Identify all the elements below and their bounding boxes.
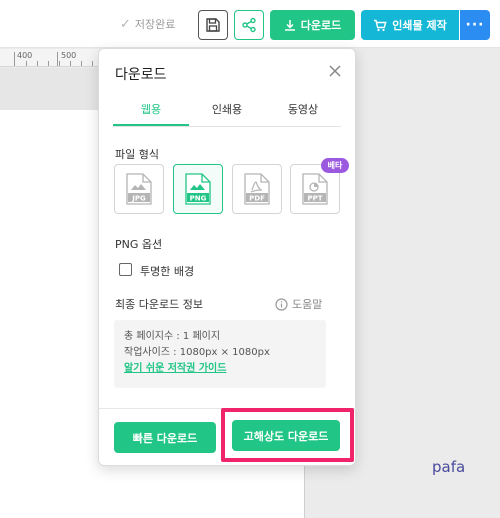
check-icon: ✓ xyxy=(120,16,131,32)
help-label: 도움말 xyxy=(292,298,323,311)
png-file-icon: PNG xyxy=(185,173,211,205)
copyright-guide-link[interactable]: 알기 쉬운 저작권 가이드 xyxy=(124,361,316,377)
floppy-disk-icon xyxy=(206,18,220,32)
ruler-tick xyxy=(57,52,58,66)
download-tabs: 웹용 인쇄용 동영상 xyxy=(113,97,341,127)
help-link[interactable]: 도움말 xyxy=(275,296,322,312)
format-ppt-label: PPT xyxy=(307,195,322,203)
share-icon xyxy=(242,17,256,33)
jpg-file-icon: JPG xyxy=(126,173,152,205)
download-icon xyxy=(284,20,295,31)
print-order-label: 인쇄물 제작 xyxy=(392,19,447,32)
format-jpg-option[interactable]: JPG xyxy=(114,164,164,214)
more-options-button[interactable]: ··· xyxy=(460,10,490,40)
download-info-box: 총 페이지수 : 1 페이지 작업사이즈 : 1080px × 1080px 알… xyxy=(114,320,326,388)
ruler-tick xyxy=(92,61,93,66)
quick-download-button[interactable]: 빠른 다운로드 xyxy=(114,422,216,453)
save-button[interactable] xyxy=(198,10,228,40)
print-order-button[interactable]: 인쇄물 제작 xyxy=(361,10,459,40)
more-dots-icon: ··· xyxy=(465,17,485,33)
popup-title: 다운로드 xyxy=(115,67,167,83)
pdf-file-icon: PDF xyxy=(244,173,270,205)
format-png-option[interactable]: PNG xyxy=(173,164,223,214)
download-popup: 다운로드 웹용 인쇄용 동영상 파일 형식 JPG PNG PDF PPT 베타… xyxy=(98,48,357,466)
transparent-background-label[interactable]: 투명한 배경 xyxy=(140,263,194,279)
format-png-label: PNG xyxy=(190,195,207,203)
ruler-tick xyxy=(26,61,27,66)
save-status-text: 저장완료 xyxy=(134,18,176,31)
ruler-tick xyxy=(81,61,82,66)
tab-video[interactable]: 동영상 xyxy=(265,97,341,126)
file-format-label: 파일 형식 xyxy=(115,148,159,161)
ruler-tick xyxy=(37,61,38,66)
top-toolbar: ✓ 저장완료 다운로드 인쇄물 제작 ··· xyxy=(0,0,500,48)
ruler-tick xyxy=(14,52,15,66)
work-size: 작업사이즈 : 1080px × 1080px xyxy=(124,347,270,358)
ruler-tick xyxy=(70,61,71,66)
format-pdf-option[interactable]: PDF xyxy=(232,164,282,214)
total-pages: 총 페이지수 : 1 페이지 xyxy=(124,331,221,342)
high-resolution-download-button[interactable]: 고해상도 다운로드 xyxy=(232,420,340,451)
tab-web[interactable]: 웹용 xyxy=(113,97,189,126)
save-status: ✓ 저장완료 xyxy=(120,16,175,32)
ruler-tick xyxy=(59,61,60,66)
beta-badge: 베타 xyxy=(321,158,349,173)
ruler-label: 400 xyxy=(17,51,33,60)
format-pdf-label: PDF xyxy=(249,195,265,203)
cart-icon xyxy=(374,19,387,31)
ppt-file-icon: PPT xyxy=(302,173,328,205)
download-button[interactable]: 다운로드 xyxy=(270,10,355,40)
ruler-tick xyxy=(48,61,49,66)
format-jpg-label: JPG xyxy=(131,195,146,203)
png-options-label: PNG 옵션 xyxy=(115,238,163,251)
close-icon[interactable] xyxy=(327,63,343,79)
share-button[interactable] xyxy=(234,10,264,40)
canvas-text[interactable]: pafa xyxy=(432,458,465,476)
final-download-info-label: 최종 다운로드 정보 xyxy=(115,298,203,311)
download-button-label: 다운로드 xyxy=(300,19,342,32)
ruler-label: 500 xyxy=(61,51,77,60)
transparent-background-checkbox[interactable] xyxy=(119,263,132,276)
info-icon xyxy=(275,297,288,311)
tab-print[interactable]: 인쇄용 xyxy=(189,97,265,126)
